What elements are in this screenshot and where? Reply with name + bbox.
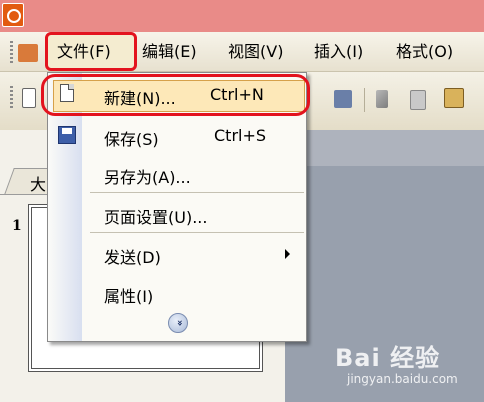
paste-icon[interactable]: [444, 88, 464, 108]
menu-item-save[interactable]: 保存(S): [104, 126, 159, 150]
new-item-annotation-box: [41, 74, 310, 116]
menu-insert[interactable]: 插入(I): [314, 38, 363, 66]
menu-item-properties[interactable]: 属性(I): [104, 283, 153, 307]
powerpoint-app-icon[interactable]: [2, 3, 24, 27]
baidu-watermark: Bai 经验 jingyan.baidu.com: [335, 336, 480, 396]
menu-separator: [90, 232, 304, 233]
menu-item-save-shortcut: Ctrl+S: [214, 126, 267, 145]
menubar-grip-icon[interactable]: [10, 41, 13, 63]
slide-number: 1: [12, 218, 22, 234]
menu-file[interactable]: 文件(F): [57, 38, 111, 66]
toolbar-new-icon[interactable]: [22, 88, 36, 108]
outline-tab-label: 大: [30, 175, 47, 194]
menu-separator: [90, 192, 304, 193]
copy-icon[interactable]: [410, 90, 426, 110]
menu-view[interactable]: 视图(V): [228, 38, 283, 66]
document-app-icon[interactable]: [18, 44, 38, 62]
menu-item-send[interactable]: 发送(D): [104, 244, 161, 268]
menu-item-page-setup[interactable]: 页面设置(U)...: [104, 204, 207, 228]
chevron-double-down-icon: »: [174, 319, 185, 327]
menu-format[interactable]: 格式(O): [396, 38, 453, 66]
menu-edit[interactable]: 编辑(E): [142, 38, 197, 66]
save-icon: [58, 126, 76, 144]
menu-item-save-as[interactable]: 另存为(A)...: [104, 164, 191, 188]
watermark-brand: Bai 经验: [335, 344, 441, 372]
cut-icon[interactable]: [376, 90, 388, 108]
research-icon[interactable]: [334, 90, 352, 108]
submenu-arrow-icon: [285, 249, 290, 259]
watermark-url: jingyan.baidu.com: [347, 372, 458, 386]
toolbar-grip-icon[interactable]: [10, 86, 13, 108]
toolbar-separator: [364, 88, 365, 112]
title-bar: [0, 0, 484, 32]
